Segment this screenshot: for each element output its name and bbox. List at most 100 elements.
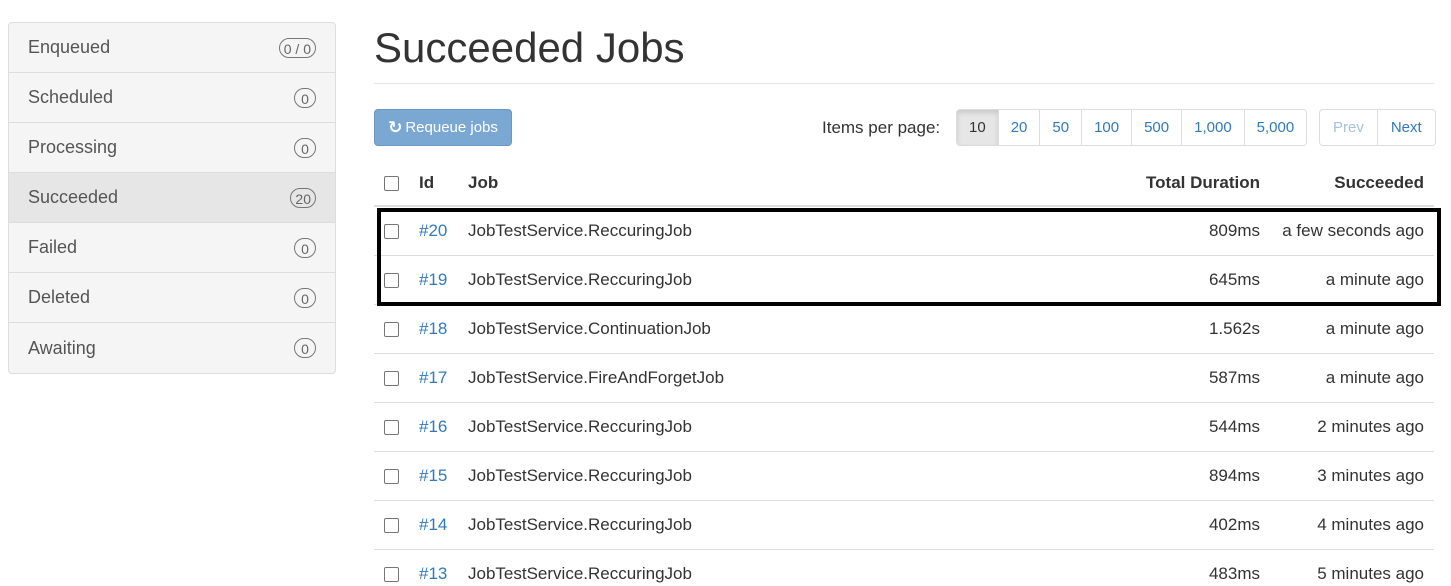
- sidebar-item-processing[interactable]: Processing 0: [9, 123, 335, 173]
- job-succeeded-time: a minute ago: [1268, 255, 1434, 305]
- count-badge: 0: [294, 287, 316, 308]
- page: Enqueued 0 / 0 Scheduled 0 Processing 0 …: [0, 0, 1451, 586]
- table-row: #19 JobTestService.ReccuringJob 645ms a …: [374, 255, 1434, 305]
- job-id-link[interactable]: #19: [419, 270, 447, 289]
- job-name: JobTestService.ReccuringJob: [460, 255, 1108, 305]
- job-name: JobTestService.ReccuringJob: [460, 549, 1108, 586]
- job-duration: 809ms: [1108, 206, 1268, 256]
- job-id-link[interactable]: #15: [419, 466, 447, 485]
- requeue-jobs-label: Requeue jobs: [405, 119, 498, 136]
- table-row: #18 JobTestService.ContinuationJob 1.562…: [374, 304, 1434, 354]
- prev-page-button[interactable]: Prev: [1320, 110, 1378, 145]
- count-badge: 0: [294, 338, 316, 358]
- select-all-checkbox[interactable]: [384, 175, 399, 191]
- page-size-10[interactable]: 10: [957, 110, 999, 145]
- sidebar: Enqueued 0 / 0 Scheduled 0 Processing 0 …: [8, 22, 336, 374]
- job-id-link[interactable]: #18: [419, 319, 447, 338]
- page-title: Succeeded Jobs: [374, 24, 685, 71]
- sidebar-item-enqueued[interactable]: Enqueued 0 / 0: [9, 23, 335, 73]
- header-succeeded: Succeeded: [1268, 160, 1434, 207]
- header-id: Id: [411, 160, 460, 207]
- table-row: #14 JobTestService.ReccuringJob 402ms 4 …: [374, 500, 1434, 550]
- sidebar-item-label: Scheduled: [28, 87, 114, 107]
- row-checkbox[interactable]: [384, 517, 399, 533]
- sidebar-item-label: Failed: [28, 237, 78, 257]
- row-checkbox[interactable]: [384, 321, 399, 337]
- row-checkbox[interactable]: [384, 419, 399, 435]
- count-badge: 0: [294, 237, 316, 258]
- pager: Prev Next: [1319, 109, 1436, 146]
- row-check-cell: [374, 255, 411, 305]
- count-badge: 0 / 0: [278, 37, 316, 58]
- next-page-button[interactable]: Next: [1377, 110, 1435, 145]
- header-job: Job: [460, 160, 1108, 207]
- job-id-link[interactable]: #16: [419, 417, 447, 436]
- sidebar-item-deleted[interactable]: Deleted 0: [9, 273, 335, 323]
- count-badge: 20: [290, 187, 316, 208]
- refresh-icon: ↻: [388, 117, 403, 137]
- job-succeeded-time: 4 minutes ago: [1268, 500, 1434, 550]
- page-size-20[interactable]: 20: [998, 110, 1041, 145]
- sidebar-item-label: Deleted: [28, 287, 91, 307]
- table-header-row: Id Job Total Duration Succeeded: [374, 160, 1434, 207]
- table-row: #20 JobTestService.ReccuringJob 809ms a …: [374, 206, 1434, 256]
- job-succeeded-time: 5 minutes ago: [1268, 549, 1434, 586]
- page-size-100[interactable]: 100: [1082, 110, 1133, 145]
- job-succeeded-time: 3 minutes ago: [1268, 451, 1434, 501]
- jobs-table: Id Job Total Duration Succeeded #20 JobT…: [374, 160, 1434, 586]
- sidebar-item-label: Processing: [28, 137, 118, 157]
- page-size-50[interactable]: 50: [1040, 110, 1083, 145]
- job-id-link[interactable]: #14: [419, 515, 447, 534]
- job-name: JobTestService.ContinuationJob: [460, 304, 1108, 354]
- job-succeeded-time: a few seconds ago: [1268, 206, 1434, 256]
- job-succeeded-time: a minute ago: [1268, 304, 1434, 354]
- job-name: JobTestService.FireAndForgetJob: [460, 353, 1108, 403]
- row-checkbox[interactable]: [384, 468, 399, 484]
- sidebar-item-label: Enqueued: [28, 37, 111, 57]
- row-checkbox[interactable]: [384, 370, 399, 386]
- table-row: #17 JobTestService.FireAndForgetJob 587m…: [374, 353, 1434, 403]
- job-duration: 645ms: [1108, 255, 1268, 305]
- job-duration: 587ms: [1108, 353, 1268, 403]
- row-check-cell: [374, 402, 411, 452]
- job-succeeded-time: 2 minutes ago: [1268, 402, 1434, 452]
- job-id-link[interactable]: #17: [419, 368, 447, 387]
- job-name: JobTestService.ReccuringJob: [460, 402, 1108, 452]
- job-name: JobTestService.ReccuringJob: [460, 206, 1108, 256]
- job-duration: 483ms: [1108, 549, 1268, 586]
- job-duration: 402ms: [1108, 500, 1268, 550]
- sidebar-item-succeeded[interactable]: Succeeded 20: [9, 173, 335, 223]
- row-check-cell: [374, 206, 411, 256]
- row-checkbox[interactable]: [384, 566, 399, 582]
- page-size-1000[interactable]: 1,000: [1182, 110, 1245, 145]
- job-duration: 544ms: [1108, 402, 1268, 452]
- job-duration: 894ms: [1108, 451, 1268, 501]
- table-row: #13 JobTestService.ReccuringJob 483ms 5 …: [374, 549, 1434, 586]
- sidebar-item-label: Succeeded: [28, 187, 119, 207]
- row-checkbox[interactable]: [384, 272, 399, 288]
- table-row: #16 JobTestService.ReccuringJob 544ms 2 …: [374, 402, 1434, 452]
- sidebar-item-failed[interactable]: Failed 0: [9, 223, 335, 273]
- row-check-cell: [374, 304, 411, 354]
- page-size-500[interactable]: 500: [1132, 110, 1183, 145]
- count-badge: 0: [294, 137, 316, 158]
- row-check-cell: [374, 451, 411, 501]
- job-id-link[interactable]: #13: [419, 564, 447, 583]
- row-check-cell: [374, 549, 411, 586]
- job-duration: 1.562s: [1108, 304, 1268, 354]
- job-id-link[interactable]: #20: [419, 221, 447, 240]
- select-all-cell: [374, 160, 411, 207]
- row-check-cell: [374, 500, 411, 550]
- page-size-5000[interactable]: 5,000: [1244, 110, 1307, 145]
- job-name: JobTestService.ReccuringJob: [460, 500, 1108, 550]
- sidebar-item-awaiting[interactable]: Awaiting 0: [9, 323, 335, 373]
- table-row: #15 JobTestService.ReccuringJob 894ms 3 …: [374, 451, 1434, 501]
- header-total-duration: Total Duration: [1108, 160, 1268, 207]
- sidebar-item-scheduled[interactable]: Scheduled 0: [9, 73, 335, 123]
- items-per-page-selector: 10 20 50 100 500 1,000 5,000: [956, 109, 1308, 146]
- title-divider: [374, 83, 1434, 84]
- requeue-jobs-button[interactable]: ↻ Requeue jobs: [374, 109, 512, 146]
- job-succeeded-time: a minute ago: [1268, 353, 1434, 403]
- items-per-page-label: Items per page:: [822, 118, 941, 137]
- row-checkbox[interactable]: [384, 223, 399, 239]
